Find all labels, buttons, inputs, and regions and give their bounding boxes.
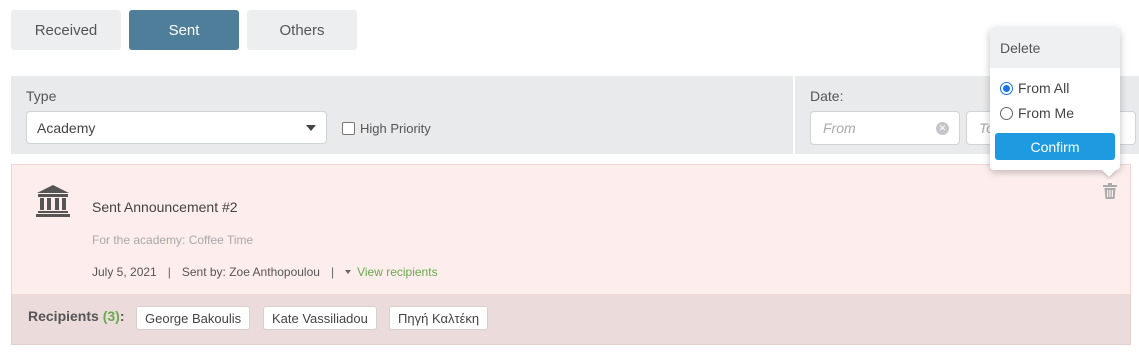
date-label: Date: (810, 88, 844, 104)
clear-icon[interactable]: ✕ (936, 122, 949, 135)
separator: | (330, 265, 335, 279)
announcement-subtitle: For the academy: Coffee Time (92, 233, 254, 247)
recipient-chip: George Bakoulis (136, 306, 251, 330)
view-recipients-link[interactable]: View recipients (345, 265, 438, 279)
radio-from-all[interactable] (1000, 81, 1013, 95)
tab-others[interactable]: Others (247, 10, 357, 50)
recipient-chip: Πηγή Καλτέκη (389, 306, 489, 330)
recipients-label: Recipients (3): (28, 308, 125, 324)
recipients-label-text: Recipients (28, 308, 99, 324)
recipients-bar: Recipients (3): George Bakoulis Kate Vas… (11, 295, 1131, 345)
recipients-count: (3) (102, 308, 120, 324)
academy-building-icon (36, 185, 70, 217)
delete-popover-title: Delete (990, 28, 1120, 68)
view-recipients-label: View recipients (357, 265, 438, 279)
trash-icon[interactable] (1103, 183, 1117, 199)
tab-received[interactable]: Received (11, 10, 121, 50)
type-label: Type (26, 88, 57, 104)
announcement-card[interactable]: Sent Announcement #2 For the academy: Co… (11, 164, 1131, 295)
recipient-chip: Kate Vassiliadou (263, 306, 377, 330)
type-select-value: Academy (37, 119, 96, 136)
announcement-sender: Sent by: Zoe Anthopoulou (181, 265, 320, 279)
delete-popover: Delete From All From Me Confirm (990, 28, 1120, 177)
high-priority-label: High Priority (360, 121, 431, 136)
chevron-down-icon (306, 125, 316, 131)
from-me-label: From Me (1018, 105, 1074, 121)
caret-down-icon (345, 270, 352, 274)
filter-panel-type: Type Academy High Priority (11, 76, 793, 154)
type-select[interactable]: Academy (26, 111, 327, 144)
from-all-label: From All (1018, 80, 1070, 96)
confirm-button[interactable]: Confirm (995, 133, 1115, 160)
announcement-title[interactable]: Sent Announcement #2 (92, 199, 238, 215)
separator: | (167, 265, 171, 279)
date-from-placeholder: From (823, 120, 856, 136)
delete-from-all-option[interactable]: From All (1000, 80, 1069, 96)
popover-arrow (1102, 170, 1116, 177)
high-priority-checkbox[interactable] (342, 122, 355, 135)
tab-sent[interactable]: Sent (129, 10, 239, 50)
announcement-date: July 5, 2021 (92, 265, 157, 279)
date-from-input[interactable]: From ✕ (810, 111, 960, 145)
delete-from-me-option[interactable]: From Me (1000, 105, 1074, 121)
radio-from-me[interactable] (1000, 106, 1013, 120)
announcement-meta: July 5, 2021 | Sent by: Zoe Anthopoulou … (92, 265, 438, 279)
